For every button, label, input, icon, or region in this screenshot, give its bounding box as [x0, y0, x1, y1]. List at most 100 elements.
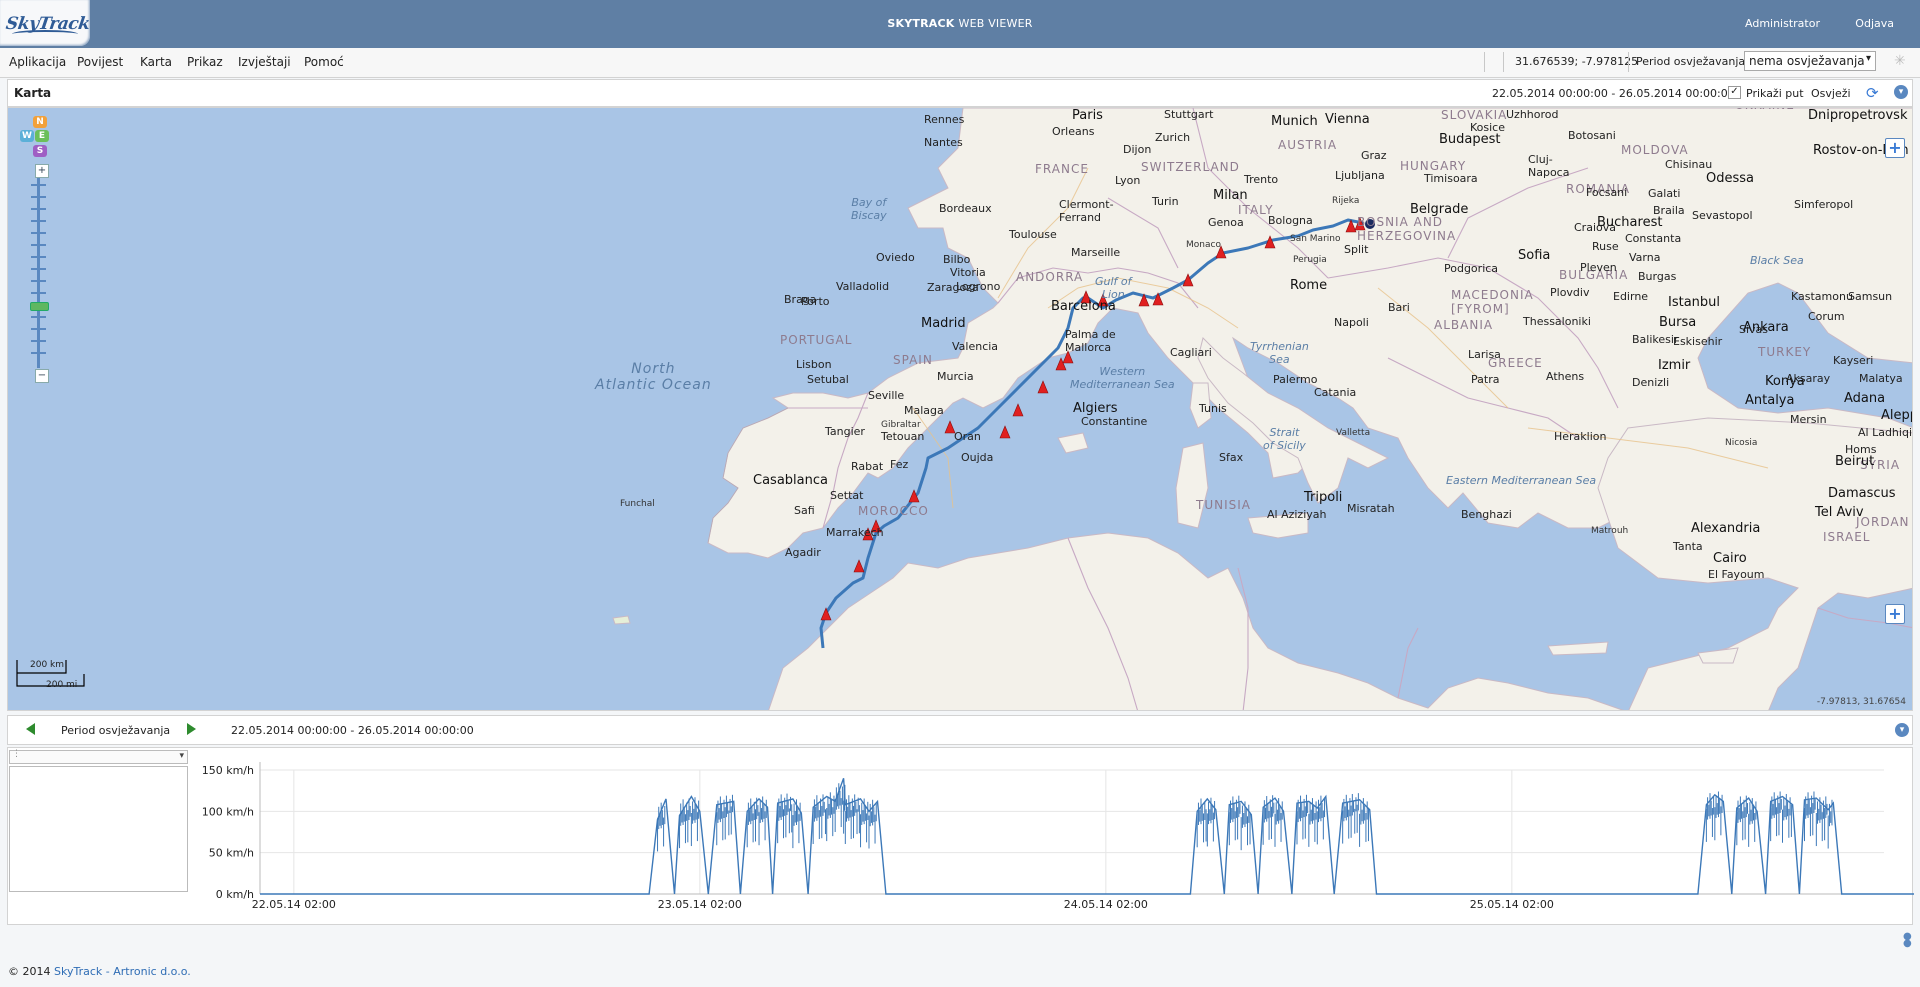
- city-label: Burgas: [1638, 270, 1677, 283]
- city-label: Genoa: [1208, 216, 1244, 229]
- map-corner-coordinates: -7.97813, 31.67654: [1816, 697, 1906, 707]
- pan-north-button[interactable]: N: [33, 116, 47, 128]
- zoom-slider-thumb[interactable]: [30, 302, 49, 311]
- zoom-in-button[interactable]: +: [35, 164, 49, 178]
- land-mallorca: [1057, 432, 1089, 454]
- city-label: Aksaray: [1786, 372, 1831, 385]
- logout-link[interactable]: Odjava: [1855, 17, 1894, 30]
- menu-prikaz[interactable]: Prikaz: [187, 55, 223, 69]
- city-label: Mersin: [1790, 413, 1827, 426]
- cursor-coordinates: 31.676539; -7.978125: [1515, 55, 1639, 68]
- vehicle-list[interactable]: [9, 766, 188, 892]
- refresh-button[interactable]: Osvježi: [1811, 87, 1851, 100]
- chevron-down-icon: ▾: [1865, 53, 1871, 64]
- previous-period-arrow-icon[interactable]: [26, 723, 35, 735]
- city-label: Adana: [1844, 391, 1886, 406]
- vehicle-select[interactable]: ⋮ ▾: [9, 749, 188, 764]
- map-panel-title: Karta: [14, 86, 52, 100]
- city-label: Orleans: [1052, 125, 1095, 138]
- city-label: Nicosia: [1725, 438, 1758, 448]
- y-tick-label: 0 km/h: [216, 888, 254, 901]
- y-tick-label: 150 km/h: [202, 764, 254, 777]
- menubar: Aplikacija Povijest Karta Prikaz Izvješt…: [0, 48, 1920, 78]
- resize-handle-icon[interactable]: ● ●: [1903, 932, 1912, 949]
- city-label: Nantes: [924, 136, 963, 149]
- sea-label: Black Sea: [1750, 254, 1804, 267]
- timeline-period-label: Period osvježavanja: [61, 724, 171, 737]
- city-label: Tangier: [825, 425, 865, 438]
- city-label: Lisbon: [796, 358, 832, 371]
- scale-mi-label: 200 mi: [46, 680, 78, 690]
- city-label: Larisa: [1468, 348, 1501, 361]
- zoom-out-button[interactable]: −: [35, 369, 49, 383]
- city-label: Denizli: [1632, 376, 1670, 389]
- app-header: SkyTrack SKYTRACK WEB VIEWER Administrat…: [0, 0, 1920, 49]
- refresh-period-select[interactable]: nema osvježavanja ▾: [1744, 51, 1876, 71]
- menu-karta[interactable]: Karta: [140, 55, 172, 69]
- collapse-panel-icon[interactable]: ▾: [1894, 85, 1908, 99]
- city-label: Benghazi: [1461, 508, 1512, 521]
- show-path-label[interactable]: Prikaži put: [1746, 87, 1804, 100]
- app-title-light: WEB VIEWER: [958, 17, 1033, 30]
- land-cyprus: [1697, 647, 1739, 664]
- city-label: Sfax: [1219, 451, 1244, 464]
- city-label: Valletta: [1336, 428, 1371, 438]
- footer-company-link[interactable]: Artronic d.o.o.: [113, 965, 191, 978]
- city-label: Corum: [1808, 310, 1845, 323]
- city-label: Bari: [1388, 301, 1410, 314]
- city-label: Vitoria: [950, 266, 986, 279]
- land-sardinia: [1175, 442, 1209, 529]
- city-label: Focsani: [1586, 186, 1628, 199]
- x-tick-label: 25.05.14 02:00: [1470, 898, 1554, 911]
- speed-chart[interactable]: 0 km/h 50 km/h 100 km/h 150 km/h 22.05.14 02…: [184, 748, 1914, 924]
- pan-west-button[interactable]: W: [20, 130, 34, 142]
- city-label: Cluj- Napoca: [1528, 153, 1570, 179]
- sea-label: Tyrrhenian Sea: [1250, 340, 1309, 366]
- show-path-checkbox[interactable]: ✓: [1728, 86, 1741, 99]
- city-label: Lyon: [1115, 174, 1141, 187]
- city-label: Patra: [1471, 373, 1500, 386]
- city-label: Ljubljana: [1335, 169, 1385, 182]
- collapse-timeline-icon[interactable]: ▾: [1895, 723, 1909, 737]
- city-label: Misratah: [1347, 502, 1395, 515]
- city-label: Braila: [1653, 204, 1685, 217]
- refresh-icon[interactable]: ⟳: [1866, 84, 1879, 102]
- city-label: Trento: [1244, 173, 1279, 186]
- footer-copyright: © 2014: [8, 965, 51, 978]
- y-tick-label: 100 km/h: [202, 805, 254, 818]
- city-label: Edirne: [1613, 290, 1649, 303]
- menu-povijest[interactable]: Povijest: [77, 55, 123, 69]
- city-label: Kastamonu: [1791, 290, 1853, 303]
- city-label: Cairo: [1713, 551, 1747, 566]
- pan-south-button[interactable]: S: [33, 145, 47, 157]
- country-label: BOSNIA AND HERZEGOVINA: [1357, 215, 1457, 243]
- app-title: SKYTRACK WEB VIEWER: [0, 17, 1920, 30]
- city-label: Monaco: [1186, 240, 1221, 250]
- footer-brand-link[interactable]: SkyTrack: [54, 965, 102, 978]
- speed-chart-panel: ⋮ ▾ 0 km/h 50 km/h 100 km/h 150 km/h 22.05.1…: [7, 747, 1914, 925]
- city-label: Zurich: [1155, 131, 1191, 144]
- country-label: UKRAINE: [1735, 108, 1795, 112]
- menu-izvjestaji[interactable]: Izvještaji: [238, 55, 291, 69]
- city-label: Munich: [1271, 114, 1318, 129]
- city-label: Setubal: [807, 373, 849, 386]
- menu-pomoc[interactable]: Pomoć: [304, 55, 344, 69]
- city-label: Settat: [830, 489, 864, 502]
- city-label: Graz: [1361, 149, 1387, 162]
- menu-aplikacija[interactable]: Aplikacija: [9, 55, 66, 69]
- city-label: Stuttgart: [1164, 108, 1214, 121]
- city-label: Belgrade: [1410, 202, 1469, 217]
- city-label: Rabat: [851, 460, 884, 473]
- refresh-period-label: Period osvježavanja: [1636, 55, 1746, 68]
- pan-east-button[interactable]: E: [35, 130, 49, 142]
- next-period-arrow-icon[interactable]: [187, 723, 196, 735]
- layer-switcher-plus-icon[interactable]: +: [1885, 138, 1905, 158]
- city-label: San Marino: [1290, 234, 1341, 244]
- city-label: Matrouh: [1591, 526, 1629, 536]
- overview-map-plus-icon[interactable]: +: [1885, 604, 1905, 624]
- city-label: Dijon: [1123, 143, 1152, 156]
- country-label: ANDORRA: [1016, 270, 1084, 284]
- city-label: Toulouse: [1009, 228, 1057, 241]
- land-madeira: [612, 615, 631, 625]
- map-canvas[interactable]: North Atlantic Ocean Bay of Biscay Gulf of…: [7, 107, 1913, 711]
